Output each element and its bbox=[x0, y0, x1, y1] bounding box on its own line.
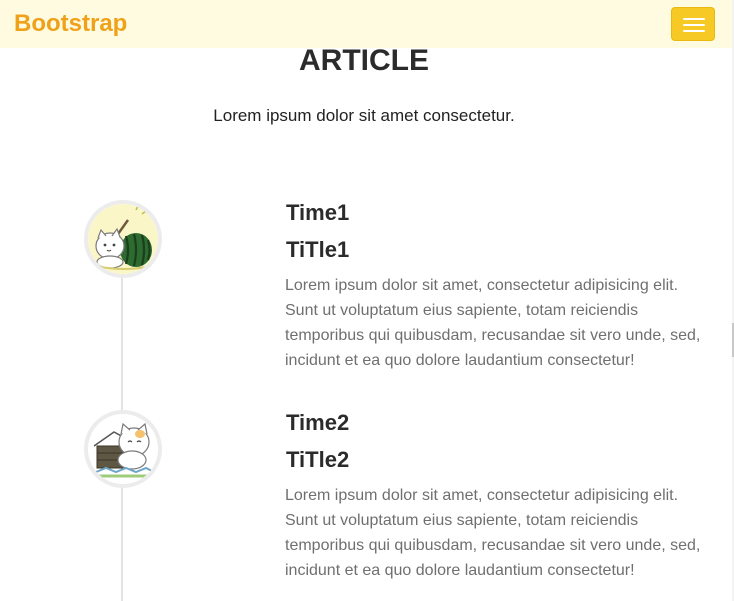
timeline-title-1: TiTle1 bbox=[286, 237, 350, 262]
timeline-image-2 bbox=[84, 410, 162, 488]
navbar-toggle-button[interactable] bbox=[671, 7, 715, 41]
navbar: Bootstrap bbox=[0, 0, 734, 48]
timeline-title-2: TiTle2 bbox=[286, 447, 350, 472]
timeline-time-1: Time1 bbox=[286, 200, 350, 225]
timeline-time-2: Time2 bbox=[286, 410, 350, 435]
page-title: ARTICLE bbox=[299, 44, 429, 77]
timeline-image-1 bbox=[84, 200, 162, 278]
hamburger-menu-icon bbox=[683, 18, 705, 20]
timeline-body-2: Lorem ipsum dolor sit amet, consectetur … bbox=[285, 487, 701, 579]
page-subtitle: Lorem ipsum dolor sit amet consectetur. bbox=[213, 106, 515, 125]
cat-with-watermelon-image bbox=[88, 204, 158, 274]
navbar-brand[interactable]: Bootstrap bbox=[14, 10, 127, 38]
timeline-body-1: Lorem ipsum dolor sit amet, consectetur … bbox=[285, 277, 701, 369]
cat-with-house-image bbox=[88, 414, 158, 484]
